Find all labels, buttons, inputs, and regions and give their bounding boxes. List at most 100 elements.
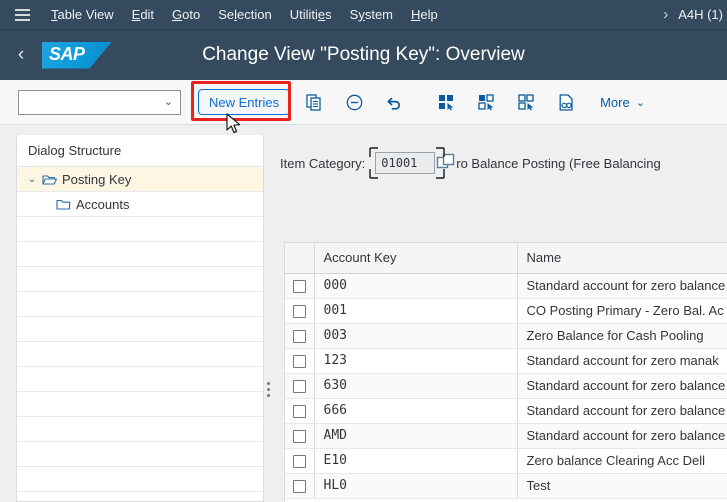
application-toolbar: ⌄ New Entries More ⌄ (0, 80, 727, 125)
cell-account-key[interactable]: 001 (314, 298, 518, 324)
select-block-button[interactable] (510, 86, 542, 118)
accelerator-char: l (234, 6, 238, 22)
cell-name[interactable]: Standard account for zero balance (517, 273, 727, 299)
panel-splitter-handle[interactable] (264, 378, 272, 400)
tree-item-empty (17, 217, 263, 242)
cell-name[interactable]: Standard account for zero balance (517, 373, 727, 399)
row-checkbox[interactable] (292, 280, 306, 294)
row-select-cell[interactable] (285, 348, 315, 374)
table-row[interactable]: 630 Standard account for zero balance (285, 373, 727, 399)
row-checkbox[interactable] (292, 305, 306, 319)
column-header-select[interactable] (285, 243, 315, 274)
cell-name[interactable]: CO Posting Primary - Zero Bal. Ac (517, 298, 727, 324)
row-select-cell[interactable] (285, 398, 315, 424)
copy-as-button[interactable] (298, 86, 330, 118)
tree-item-empty (17, 417, 263, 442)
tree-item-empty (17, 317, 263, 342)
row-checkbox[interactable] (292, 355, 306, 369)
cell-name[interactable]: Zero balance Clearing Acc Dell (517, 448, 727, 474)
sap-logo[interactable]: SAP (42, 41, 112, 69)
more-button[interactable]: More ⌄ (594, 87, 651, 117)
table-row[interactable]: E10 Zero balance Clearing Acc Dell (285, 448, 727, 474)
cell-name[interactable]: Zero Balance for Cash Pooling (517, 323, 727, 349)
row-checkbox[interactable] (292, 330, 306, 344)
table-row[interactable]: 003 Zero Balance for Cash Pooling (285, 323, 727, 349)
view-select-combobox[interactable]: ⌄ (18, 89, 181, 115)
menu-overflow-chevron-icon[interactable]: › (653, 0, 678, 30)
cell-name[interactable]: Standard account for zero manak (517, 348, 727, 374)
menu-item-selection[interactable]: Selection (209, 0, 281, 30)
hamburger-menu-icon[interactable] (2, 0, 42, 30)
cell-account-key[interactable]: 630 (314, 373, 518, 399)
item-category-row: Item Category: 01001 ro Balance Posting … (280, 147, 661, 179)
tree-item-folder (53, 198, 73, 211)
open-folder-icon (41, 174, 57, 185)
table-row[interactable]: AMD Standard account for zero balance (285, 423, 727, 449)
dialog-structure-tree: ⌄ Posting Key Accounts (17, 167, 263, 501)
row-checkbox[interactable] (292, 380, 306, 394)
menu-item-goto[interactable]: Goto (163, 0, 209, 30)
row-select-cell[interactable] (285, 273, 315, 299)
menu-item-help[interactable]: Help (402, 0, 447, 30)
undo-button[interactable] (378, 86, 410, 118)
cell-account-key[interactable]: E10 (314, 448, 518, 474)
cell-account-key[interactable]: 000 (314, 273, 518, 299)
back-button[interactable]: ‹ (0, 30, 42, 80)
deselect-all-button[interactable] (470, 86, 502, 118)
item-category-input[interactable]: 01001 (375, 152, 436, 174)
tree-item-accounts[interactable]: Accounts (17, 192, 263, 217)
value-help-button[interactable] (436, 153, 455, 173)
table-row[interactable]: HL0 Test (285, 473, 727, 499)
delete-button[interactable] (338, 86, 370, 118)
accelerator-char: E (131, 6, 141, 22)
accelerator-char: G (172, 6, 183, 22)
chevron-down-icon: ⌄ (163, 95, 173, 108)
menu-item-edit[interactable]: Edit (123, 0, 163, 30)
cell-name[interactable]: Standard account for zero balance (517, 423, 727, 449)
row-select-cell[interactable] (285, 448, 315, 474)
menu-bar: Table View Edit Goto Selection Utilities Syst… (0, 0, 727, 30)
row-checkbox[interactable] (292, 405, 306, 419)
tree-item-label: Accounts (76, 196, 130, 212)
table-row[interactable]: 666 Standard account for zero balance (285, 398, 727, 424)
accelerator-char: H (411, 6, 421, 22)
tree-item-empty (17, 342, 263, 367)
cell-account-key[interactable]: 666 (314, 398, 518, 424)
menu-item-system[interactable]: System (341, 0, 402, 30)
accelerator-char: e (317, 6, 326, 22)
circle-minus-icon (346, 94, 362, 110)
item-category-label: Item Category: (280, 155, 366, 171)
table-header-row: Account Key Name (285, 243, 727, 274)
column-header-account-key[interactable]: Account Key (314, 243, 518, 274)
new-entries-button[interactable]: New Entries (198, 89, 291, 115)
table-row[interactable]: 000 Standard account for zero balance (285, 273, 727, 299)
row-checkbox[interactable] (292, 430, 306, 444)
details-button[interactable] (550, 86, 582, 118)
row-checkbox[interactable] (292, 455, 306, 469)
tree-item-label: Posting Key (62, 171, 132, 187)
row-checkbox[interactable] (292, 480, 306, 494)
column-header-name[interactable]: Name (517, 243, 727, 274)
row-select-cell[interactable] (285, 423, 315, 449)
table-row[interactable]: 123 Standard account for zero manak (285, 348, 727, 374)
table-row[interactable]: 001 CO Posting Primary - Zero Bal. Ac (285, 298, 727, 324)
select-all-button[interactable] (430, 86, 462, 118)
cell-account-key[interactable]: 003 (314, 323, 518, 349)
chevron-down-icon: ⌄ (635, 96, 645, 109)
cell-name[interactable]: Standard account for zero balance (517, 398, 727, 424)
menu-item-utilities[interactable]: Utilities (281, 0, 341, 30)
row-select-cell[interactable] (285, 473, 315, 499)
row-select-cell[interactable] (285, 298, 315, 324)
select-block-icon (517, 93, 534, 111)
cell-name[interactable]: Test (517, 473, 727, 499)
row-select-cell[interactable] (285, 323, 315, 349)
cell-account-key[interactable]: AMD (314, 423, 518, 449)
tree-item-posting-key[interactable]: ⌄ Posting Key (17, 167, 263, 192)
menu-item-table-view[interactable]: Table View (42, 0, 123, 30)
chevron-down-icon[interactable]: ⌄ (25, 174, 39, 185)
accounts-table-container: Account Key Name 000 Standard account for… (284, 242, 727, 502)
cell-account-key[interactable]: HL0 (314, 473, 518, 499)
row-select-cell[interactable] (285, 373, 315, 399)
cell-account-key[interactable]: 123 (314, 348, 518, 374)
item-category-field-wrap: 01001 (369, 147, 455, 179)
